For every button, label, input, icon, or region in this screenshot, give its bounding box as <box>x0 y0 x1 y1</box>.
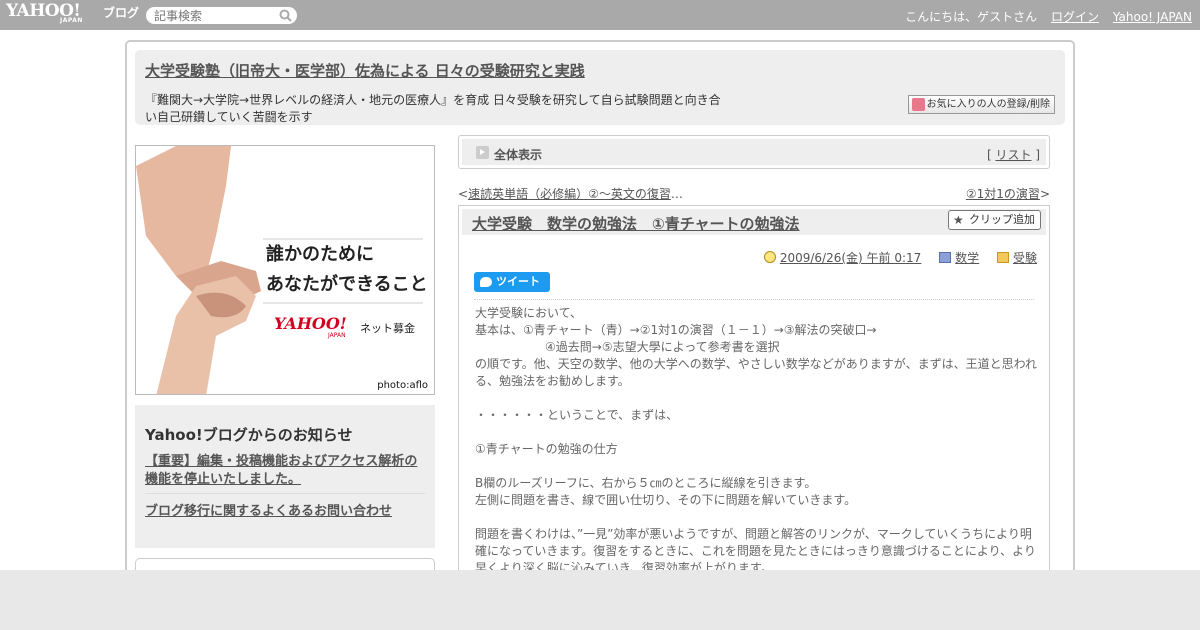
charity-banner[interactable]: 誰かのために あなたができること YAHOO! JAPAN ネット募金 phot… <box>135 145 435 395</box>
clip-add-label: クリップ追加 <box>969 213 1035 226</box>
folder-icon <box>996 252 1009 263</box>
article-line: 左側に問題を書き、線で囲い仕切り、その下に問題を解いていきます。 <box>475 493 857 507</box>
prev-ellipsis: … <box>670 187 683 201</box>
list-link[interactable]: リスト <box>995 148 1031 162</box>
article-line: 基本は、①青チャート（青）→②1対1の演習（１－１）→③解法の突破口→ <box>475 323 877 337</box>
article-line <box>475 424 1040 441</box>
book-icon <box>939 252 952 263</box>
tweet-button[interactable]: ツイート <box>474 272 550 292</box>
twitter-bird-icon <box>480 277 492 287</box>
clip-add-button[interactable]: ★ クリップ追加 <box>948 210 1041 230</box>
article-line <box>475 458 1040 475</box>
greeting-text: こんにちは、ゲストさん <box>905 10 1038 24</box>
blog-description: 『難関大→大学院→世界レベルの経済人・地元の医療人』を育成 日々受験を研究して自… <box>145 93 721 124</box>
bottom-overlay <box>0 570 1200 630</box>
banner-copy-line1: 誰かのために <box>266 244 374 265</box>
article-line <box>475 509 1040 526</box>
prev-mark: < <box>458 187 469 201</box>
article-line: ①青チャートの勉強の仕方 <box>475 442 618 456</box>
list-link-wrapper: [ リスト ] <box>987 146 1040 163</box>
view-bar-inner: 全体表示 [ リスト ] <box>462 139 1046 165</box>
banner-copy-line2: あなたができること <box>266 274 428 295</box>
login-link[interactable]: ログイン <box>1051 10 1099 24</box>
article-line: ・・・・・・ということで、まずは、 <box>475 408 679 422</box>
list-bracket-close: ] <box>1031 148 1040 162</box>
view-bar: 全体表示 [ リスト ] <box>458 135 1050 169</box>
top-right-links: こんにちは、ゲストさん ログイン Yahoo! JAPAN <box>895 8 1192 25</box>
prev-article-link[interactable]: 速読英単語（必修編）②～英文の復習 <box>468 187 671 201</box>
article-date-link[interactable]: 2009/6/26(金) 午前 0:17 <box>780 251 921 265</box>
search-box[interactable] <box>146 7 297 24</box>
notice-divider <box>145 493 425 494</box>
yahoo-logo-sub: JAPAN <box>60 17 83 24</box>
notice-link-important[interactable]: 【重要】編集・投稿機能およびアクセス解析の機能を停止いたしました。 <box>145 453 430 489</box>
article-line: 大学受験において、 <box>475 306 583 320</box>
banner-yahoo-logo: YAHOO! <box>274 314 347 333</box>
banner-yahoo-logo-sub: JAPAN <box>328 332 346 339</box>
article-line: ④過去問→⑤志望大學によって参考書を選択 <box>545 340 780 354</box>
arrow-right-icon <box>476 146 489 159</box>
search-icon[interactable] <box>279 9 292 22</box>
article-line <box>475 390 1040 407</box>
category-link-math[interactable]: 数学 <box>955 251 979 265</box>
notice-link-faq[interactable]: ブログ移行に関するよくあるお問い合わせ <box>145 500 392 519</box>
yahoo-japan-link[interactable]: Yahoo! JAPAN <box>1113 10 1192 24</box>
notice-title: Yahoo!ブログからのお知らせ <box>145 426 353 444</box>
clock-icon <box>763 251 776 263</box>
view-all-label: 全体表示 <box>494 148 543 162</box>
article-line: B欄のルーズリーフに、右から５㎝のところに縦線を引きます。 <box>475 476 817 490</box>
article: 大学受験 数学の勉強法 ①青チャートの勉強法 ★ クリップ追加 2009/6/2… <box>458 205 1050 575</box>
article-header: 大学受験 数学の勉強法 ①青チャートの勉強法 ★ クリップ追加 <box>462 209 1046 235</box>
top-bar: YAHOO! JAPAN ブログ こんにちは、ゲストさん ログイン Yahoo!… <box>0 0 1200 30</box>
blog-header: 大学受験塾（旧帝大・医学部）佐為による 日々の受験研究と実践 『難関大→大学院→… <box>135 50 1065 125</box>
tweet-label: ツイート <box>496 275 540 288</box>
article-body: 大学受験において、 基本は、①青チャート（青）→②1対1の演習（１－１）→③解法… <box>475 305 1040 577</box>
banner-photo-credit: photo:aflo <box>377 380 428 391</box>
next-mark: > <box>1039 187 1050 201</box>
prev-article-nav: <速読英単語（必修編）②～英文の復習… <box>458 185 683 202</box>
article-meta: 2009/6/26(金) 午前 0:17 数学 受験 <box>763 249 1037 266</box>
next-article-link[interactable]: ②1対1の演習 <box>966 187 1040 201</box>
favorite-register-button[interactable]: お気に入りの人の登録/削除 <box>907 95 1055 114</box>
notice-box: Yahoo!ブログからのお知らせ 【重要】編集・投稿機能およびアクセス解析の機能… <box>135 405 435 548</box>
favorite-register-label: お気に入りの人の登録/削除 <box>926 99 1050 110</box>
next-article-nav: ②1対1の演習> <box>966 185 1050 202</box>
article-divider <box>474 299 1034 300</box>
star-icon: ★ <box>953 213 964 227</box>
blog-service-label[interactable]: ブログ <box>103 4 139 21</box>
article-line: の順です。他、天空の数学、他の大学への数学、やさしい数学などがありますが、まずは… <box>475 357 1037 388</box>
blog-title[interactable]: 大学受験塾（旧帝大・医学部）佐為による 日々の受験研究と実践 <box>145 60 585 81</box>
banner-service-label: ネット募金 <box>360 322 415 335</box>
category-link-exam[interactable]: 受験 <box>1013 251 1037 265</box>
article-title[interactable]: 大学受験 数学の勉強法 ①青チャートの勉強法 <box>472 213 800 234</box>
search-input[interactable] <box>154 8 274 23</box>
heart-icon <box>911 98 925 111</box>
